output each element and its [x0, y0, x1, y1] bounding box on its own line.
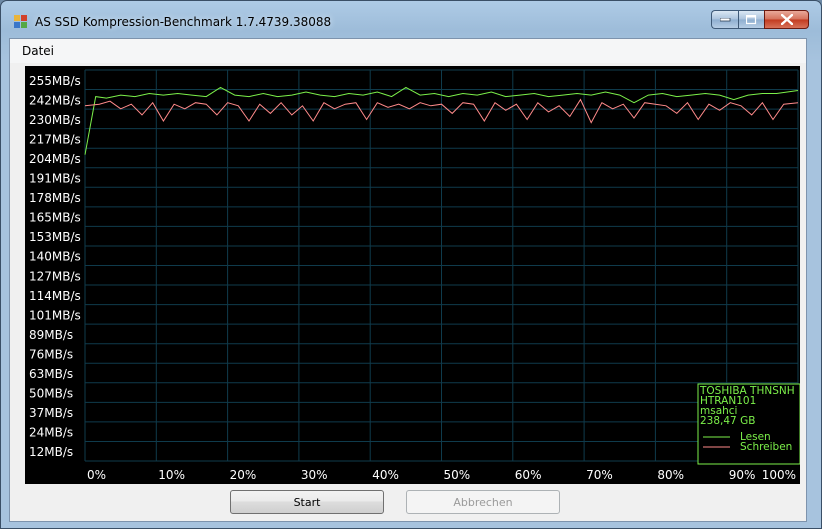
start-button[interactable]: Start — [230, 490, 384, 514]
y-tick-label: 140MB/s — [29, 250, 81, 264]
x-tick-label: 80% — [657, 468, 684, 482]
y-tick-label: 76MB/s — [29, 347, 73, 361]
y-tick-label: 63MB/s — [29, 367, 73, 381]
y-tick-label: 127MB/s — [29, 269, 81, 283]
y-tick-label: 242MB/s — [29, 93, 81, 107]
app-icon — [14, 15, 28, 29]
y-tick-label: 114MB/s — [29, 289, 81, 303]
y-tick-label: 230MB/s — [29, 113, 81, 127]
x-tick-label: 60% — [515, 468, 542, 482]
benchmark-chart: 255MB/s 242MB/s 230MB/s 217MB/s 204MB/s 191MB… — [25, 66, 800, 484]
maximize-icon — [746, 14, 757, 24]
close-icon — [780, 14, 793, 25]
menu-bar: Datei — [10, 39, 806, 63]
window-title: AS SSD Kompression-Benchmark 1.7.4739.38… — [35, 15, 332, 29]
x-tick-label: 20% — [230, 468, 257, 482]
legend-label-schreiben: Schreiben — [740, 441, 792, 453]
y-tick-label: 12MB/s — [29, 445, 73, 459]
x-tick-label: 40% — [372, 468, 399, 482]
y-tick-label: 217MB/s — [29, 132, 81, 146]
y-tick-label: 101MB/s — [29, 308, 81, 322]
client-area: Datei 255MB/s 242MB/s 230MB/s 217MB/s 204MB/… — [9, 38, 807, 522]
menu-item-datei[interactable]: Datei — [22, 44, 54, 58]
x-tick-label: 10% — [158, 468, 185, 482]
y-tick-label: 89MB/s — [29, 328, 73, 342]
cancel-button[interactable]: Abbrechen — [406, 490, 560, 514]
y-tick-label: 255MB/s — [29, 74, 81, 88]
maximize-button[interactable] — [738, 10, 764, 29]
x-tick-label: 30% — [301, 468, 328, 482]
chart-canvas: 255MB/s 242MB/s 230MB/s 217MB/s 204MB/s 191MB… — [29, 69, 800, 482]
y-tick-label: 153MB/s — [29, 230, 81, 244]
y-tick-label: 50MB/s — [29, 387, 73, 401]
y-tick-label: 178MB/s — [29, 191, 81, 205]
title-bar[interactable]: AS SSD Kompression-Benchmark 1.7.4739.38… — [1, 1, 821, 31]
window-controls — [711, 10, 809, 29]
y-tick-label: 24MB/s — [29, 426, 73, 440]
minimize-icon — [719, 17, 730, 21]
x-tick-label: 70% — [586, 468, 613, 482]
x-tick-label: 50% — [444, 468, 471, 482]
minimize-button[interactable] — [711, 10, 738, 29]
x-tick-label: 100% — [762, 468, 796, 482]
y-tick-label: 204MB/s — [29, 152, 81, 166]
y-tick-label: 191MB/s — [29, 172, 81, 186]
close-button[interactable] — [764, 10, 809, 29]
x-tick-label: 0% — [87, 468, 106, 482]
app-window: AS SSD Kompression-Benchmark 1.7.4739.38… — [0, 0, 822, 529]
x-tick-label: 90% — [729, 468, 756, 482]
device-info-line: 238,47 GB — [700, 415, 755, 427]
y-tick-label: 165MB/s — [29, 211, 81, 225]
y-tick-label: 37MB/s — [29, 406, 73, 420]
